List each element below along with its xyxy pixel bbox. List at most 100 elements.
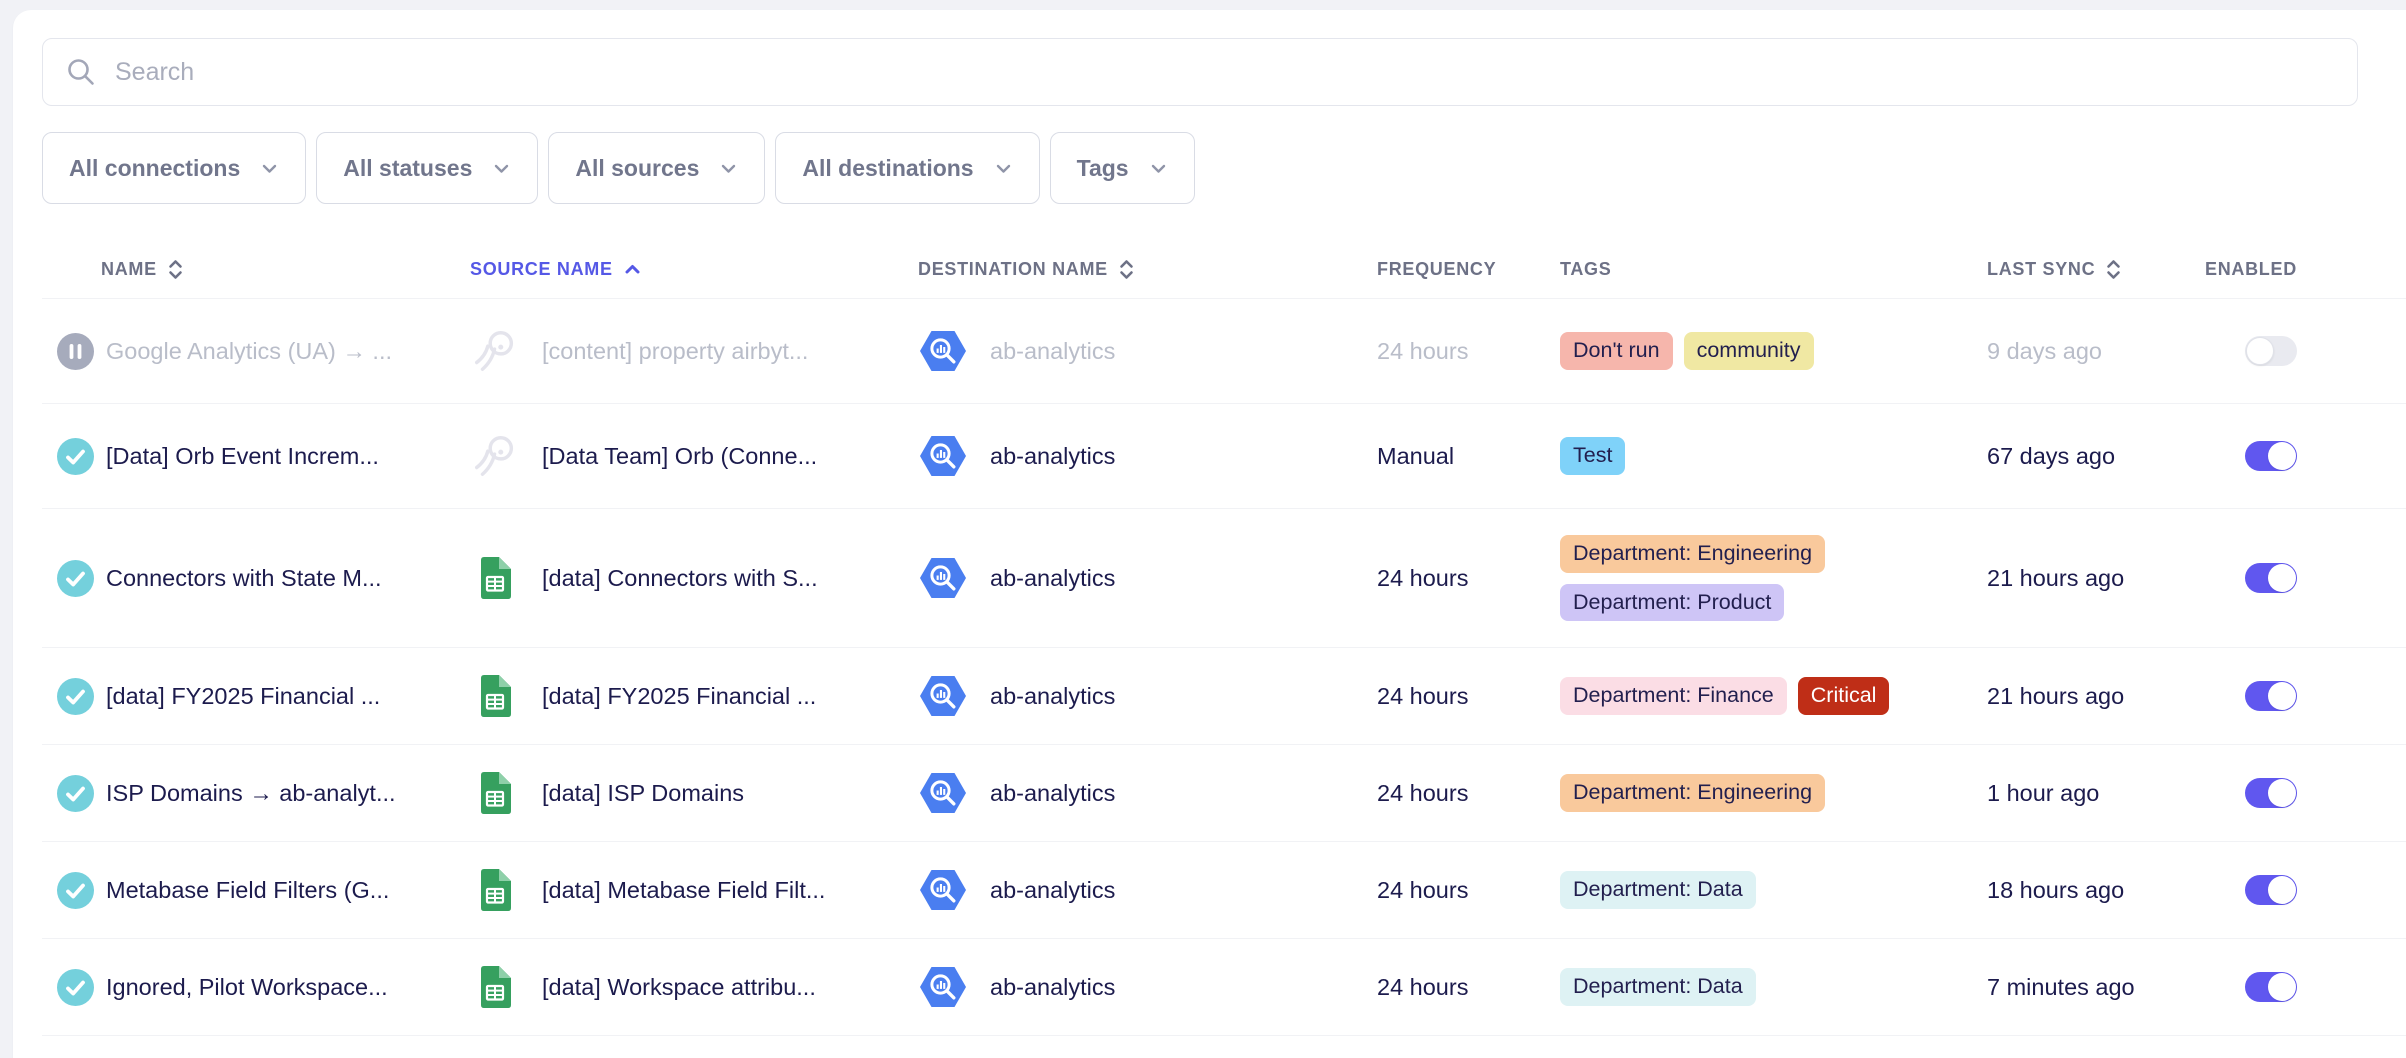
filter-label: All sources bbox=[575, 155, 699, 182]
last-sync: 1 hour ago bbox=[1987, 780, 2205, 807]
destination-name: ab-analytics bbox=[990, 683, 1115, 710]
airbyte-source-icon bbox=[470, 325, 520, 377]
tag-pill: Department: Finance bbox=[1560, 677, 1787, 715]
toggle-knob bbox=[2268, 442, 2296, 470]
sort-both-icon bbox=[2105, 257, 2122, 282]
frequency: 24 hours bbox=[1377, 338, 1560, 365]
connection-row[interactable]: Connectors with State M... bbox=[42, 508, 2406, 647]
connection-row[interactable]: ISP Domains → ab-analyt... bbox=[42, 744, 2406, 841]
filter-all-connections[interactable]: All connections bbox=[42, 132, 306, 204]
destination-name: ab-analytics bbox=[990, 565, 1115, 592]
tags-cell: Department: Data bbox=[1560, 968, 1910, 1006]
connection-row[interactable]: [data] FY2025 Financial ... bbox=[42, 647, 2406, 744]
enabled-toggle[interactable] bbox=[2245, 563, 2297, 593]
filter-label: All connections bbox=[69, 155, 240, 182]
column-header-last-sync[interactable]: LAST SYNC bbox=[1987, 257, 2205, 282]
status-active-icon bbox=[57, 969, 94, 1006]
google-sheets-icon bbox=[470, 674, 520, 718]
enabled-toggle[interactable] bbox=[2245, 972, 2297, 1002]
connection-name: Google Analytics (UA) → ... bbox=[106, 338, 392, 365]
tag-pill: Department: Product bbox=[1560, 584, 1784, 622]
enabled-toggle[interactable] bbox=[2245, 681, 2297, 711]
column-label: ENABLED bbox=[2205, 259, 2297, 280]
destination-name: ab-analytics bbox=[990, 974, 1115, 1001]
column-label: FREQUENCY bbox=[1377, 259, 1496, 280]
toggle-knob bbox=[2268, 779, 2296, 807]
column-label: SOURCE NAME bbox=[470, 259, 613, 280]
column-label: TAGS bbox=[1560, 259, 1611, 280]
source-name: [content] property airbyt... bbox=[542, 338, 808, 365]
source-name: [Data Team] Orb (Conne... bbox=[542, 443, 817, 470]
frequency: 24 hours bbox=[1377, 683, 1560, 710]
google-sheets-icon bbox=[470, 868, 520, 912]
filter-tags[interactable]: Tags bbox=[1050, 132, 1195, 204]
toggle-knob bbox=[2268, 876, 2296, 904]
tag-pill: Department: Engineering bbox=[1560, 535, 1825, 573]
bigquery-icon bbox=[918, 966, 968, 1008]
source-name: [data] ISP Domains bbox=[542, 780, 744, 807]
chevron-down-icon bbox=[994, 159, 1013, 178]
tags-cell: Department: Data bbox=[1560, 871, 1910, 909]
filter-all-sources[interactable]: All sources bbox=[548, 132, 765, 204]
connection-row[interactable]: Ignored, Pilot Workspace... bbox=[42, 938, 2406, 1035]
destination-name: ab-analytics bbox=[990, 780, 1115, 807]
connection-name: [data] FY2025 Financial ... bbox=[106, 683, 380, 710]
connection-name: Metabase Field Filters (G... bbox=[106, 877, 389, 904]
column-header-frequency: FREQUENCY bbox=[1377, 259, 1560, 280]
tags-cell: Department: Engineering bbox=[1560, 774, 1910, 812]
connection-name: ISP Domains → ab-analyt... bbox=[106, 780, 396, 807]
frequency: Manual bbox=[1377, 443, 1560, 470]
filter-all-statuses[interactable]: All statuses bbox=[316, 132, 538, 204]
chevron-down-icon bbox=[492, 159, 511, 178]
status-active-icon bbox=[57, 775, 94, 812]
frequency: 24 hours bbox=[1377, 877, 1560, 904]
connection-row[interactable]: Google Analytics (UA) → ... bbox=[42, 298, 2406, 403]
search-bar[interactable] bbox=[42, 38, 2358, 106]
airbyte-source-icon bbox=[470, 430, 520, 482]
toggle-knob bbox=[2246, 337, 2274, 365]
status-paused-icon bbox=[57, 333, 94, 370]
search-input[interactable] bbox=[115, 58, 2335, 87]
google-sheets-icon bbox=[470, 771, 520, 815]
tag-pill: community bbox=[1684, 332, 1814, 370]
connections-card: All connections All statuses All sources… bbox=[13, 10, 2406, 1058]
frequency: 24 hours bbox=[1377, 974, 1560, 1001]
connection-name: Ignored, Pilot Workspace... bbox=[106, 974, 388, 1001]
column-header-destination-name[interactable]: DESTINATION NAME bbox=[918, 257, 1377, 282]
bigquery-icon bbox=[918, 675, 968, 717]
connection-row[interactable]: Metabase Field Filters (G... bbox=[42, 841, 2406, 938]
filter-label: All destinations bbox=[802, 155, 973, 182]
filter-label: All statuses bbox=[343, 155, 472, 182]
filter-label: Tags bbox=[1077, 155, 1129, 182]
destination-name: ab-analytics bbox=[990, 443, 1115, 470]
destination-name: ab-analytics bbox=[990, 338, 1115, 365]
filter-all-destinations[interactable]: All destinations bbox=[775, 132, 1039, 204]
sort-both-icon bbox=[167, 257, 184, 282]
bigquery-icon bbox=[918, 330, 968, 372]
toggle-knob bbox=[2268, 564, 2296, 592]
enabled-toggle[interactable] bbox=[2245, 336, 2297, 366]
search-icon bbox=[65, 56, 97, 88]
enabled-toggle[interactable] bbox=[2245, 441, 2297, 471]
last-sync: 7 minutes ago bbox=[1987, 974, 2205, 1001]
tag-pill: Department: Data bbox=[1560, 968, 1756, 1006]
enabled-toggle[interactable] bbox=[2245, 875, 2297, 905]
chevron-down-icon bbox=[260, 159, 279, 178]
source-name: [data] Connectors with S... bbox=[542, 565, 818, 592]
connection-row[interactable]: [Data] Orb Event Increm... bbox=[42, 403, 2406, 508]
toggle-knob bbox=[2268, 973, 2296, 1001]
column-header-source-name[interactable]: SOURCE NAME bbox=[470, 259, 918, 280]
sort-asc-icon bbox=[623, 260, 642, 279]
tag-pill: Don't run bbox=[1560, 332, 1673, 370]
tag-pill: Test bbox=[1560, 437, 1625, 475]
frequency: 24 hours bbox=[1377, 565, 1560, 592]
column-label: NAME bbox=[101, 259, 157, 280]
last-sync: 9 days ago bbox=[1987, 338, 2205, 365]
column-header-name[interactable]: NAME bbox=[42, 257, 470, 282]
enabled-toggle[interactable] bbox=[2245, 778, 2297, 808]
bigquery-icon bbox=[918, 869, 968, 911]
tag-pill: Critical bbox=[1798, 677, 1890, 715]
source-name: [data] FY2025 Financial ... bbox=[542, 683, 816, 710]
source-name: [data] Workspace attribu... bbox=[542, 974, 816, 1001]
google-sheets-icon bbox=[470, 965, 520, 1009]
